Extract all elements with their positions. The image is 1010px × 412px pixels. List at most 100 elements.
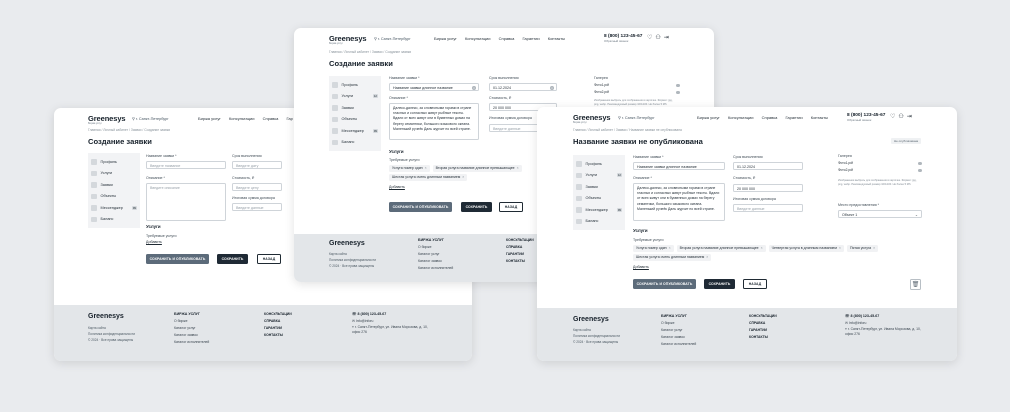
footer-about-link[interactable]: О бирже bbox=[174, 318, 209, 325]
save-publish-button[interactable]: СОХРАНИТЬ И ОПУБЛИКОВАТЬ bbox=[633, 279, 696, 289]
add-service-link[interactable]: Добавить bbox=[146, 240, 162, 244]
conditions-input[interactable]: Введите данные bbox=[232, 203, 282, 211]
sidebar-item-requests[interactable]: Заявки bbox=[332, 102, 378, 114]
footer-consult-link[interactable]: КОНСУЛЬТАЦИИ bbox=[506, 237, 534, 244]
footer-guarantee-link[interactable]: ГАРАНТИИ bbox=[506, 251, 534, 258]
sidebar-item-messenger[interactable]: Мессенджер 99 bbox=[91, 202, 137, 214]
nav-help[interactable]: Справка bbox=[263, 116, 279, 121]
footer-logo[interactable]: Greenesys bbox=[329, 240, 365, 247]
sidebar-item-requests[interactable]: Заявки bbox=[91, 179, 137, 191]
sidebar-item-balance[interactable]: Баланс bbox=[91, 214, 137, 226]
name-input[interactable]: Название заявки длинное название bbox=[633, 162, 725, 170]
sidebar-item-requests[interactable]: Заявки bbox=[576, 181, 622, 193]
remove-file-icon[interactable] bbox=[676, 83, 680, 88]
footer-services-link[interactable]: Каталог услуг bbox=[174, 325, 209, 332]
footer-guarantee-link[interactable]: ГАРАНТИИ bbox=[264, 325, 292, 332]
deadline-input[interactable]: Введите дату bbox=[232, 161, 282, 169]
header-phone[interactable]: 8 (800) 123-45-67 Обратный звонок bbox=[604, 34, 642, 43]
sidebar-item-objects[interactable]: Объекты bbox=[91, 191, 137, 203]
nav-help[interactable]: Справка bbox=[499, 36, 515, 41]
description-textarea[interactable]: Введите описание bbox=[146, 183, 226, 221]
footer-services-link[interactable]: Каталог услуг bbox=[661, 327, 696, 334]
sidebar-item-messenger[interactable]: Мессенджер 99 bbox=[332, 125, 378, 137]
footer-consult-link[interactable]: КОНСУЛЬТАЦИИ bbox=[749, 313, 777, 320]
add-service-link[interactable]: Добавить bbox=[389, 185, 405, 189]
heart-icon[interactable]: ♡ bbox=[890, 114, 895, 120]
gallery-file-2[interactable]: Фото2.pdf bbox=[594, 89, 680, 96]
footer-requests-link[interactable]: Каталог заявок bbox=[418, 258, 453, 265]
nav-consult[interactable]: Консультации bbox=[465, 36, 491, 41]
clear-icon[interactable]: × bbox=[472, 85, 476, 90]
service-chip[interactable]: Услуга номер один × bbox=[633, 245, 674, 252]
logo[interactable]: Greenesys Биржа услуг bbox=[88, 114, 126, 125]
footer-phone[interactable]: ☏ 8 (800) 123-45-67 bbox=[845, 313, 923, 320]
nav-consult[interactable]: Консультации bbox=[728, 115, 754, 120]
sidebar-item-balance[interactable]: Баланс bbox=[576, 216, 622, 228]
add-service-link[interactable]: Добавить bbox=[633, 265, 649, 269]
city-selector[interactable]: ⚲ г. Санкт-Петербург bbox=[618, 115, 655, 120]
footer-phone[interactable]: ☏ 8 (800) 123-45-67 bbox=[352, 311, 432, 318]
nav-help[interactable]: Справка bbox=[762, 115, 778, 120]
footer-executors-link[interactable]: Каталог исполнителей bbox=[174, 339, 209, 346]
sidebar-item-objects[interactable]: Объекты bbox=[576, 193, 622, 205]
deadline-input[interactable]: 01.12.2024 bbox=[733, 162, 803, 170]
cost-input[interactable]: 20 000 000 bbox=[733, 184, 803, 192]
sidebar-item-services[interactable]: Услуги 12 bbox=[332, 91, 378, 103]
sidebar-item-balance[interactable]: Баланс bbox=[332, 137, 378, 149]
conditions-input[interactable]: Введите данные bbox=[733, 204, 803, 212]
back-button[interactable]: НАЗАД bbox=[257, 254, 281, 264]
header-phone[interactable]: 8 (800) 123-45-67 Обратный звонок bbox=[847, 113, 885, 122]
breadcrumb[interactable]: Главная / Личный кабинет / Заявки / Созд… bbox=[88, 128, 170, 132]
name-input[interactable]: Введите название bbox=[146, 161, 226, 169]
footer-help-link[interactable]: СПРАВКА bbox=[264, 318, 292, 325]
back-button[interactable]: НАЗАД bbox=[499, 202, 523, 212]
save-button[interactable]: СОХРАНИТЬ bbox=[217, 254, 248, 264]
nav-exchange[interactable]: Биржа услуг bbox=[434, 36, 457, 41]
heart-icon[interactable]: ♡ bbox=[647, 35, 652, 41]
user-icon[interactable]: ⚇ bbox=[898, 114, 903, 120]
footer-consult-link[interactable]: КОНСУЛЬТАЦИИ bbox=[264, 311, 292, 318]
footer-about-link[interactable]: О бирже bbox=[661, 320, 696, 327]
delete-icon[interactable]: 🗑 bbox=[910, 279, 921, 290]
back-button[interactable]: НАЗАД bbox=[743, 279, 767, 289]
footer-contacts-link[interactable]: КОНТАКТЫ bbox=[506, 258, 534, 265]
service-chip[interactable]: Вторая услуга название длинное превышающ… bbox=[676, 245, 766, 252]
save-button[interactable]: СОХРАНИТЬ bbox=[461, 202, 492, 212]
nav-consult[interactable]: Консультации bbox=[229, 116, 255, 121]
sidebar-item-messenger[interactable]: Мессенджер 99 bbox=[576, 204, 622, 216]
footer-help-link[interactable]: СПРАВКА bbox=[749, 320, 777, 327]
breadcrumb[interactable]: Главная / Личный кабинет / Заявки / Назв… bbox=[573, 128, 682, 132]
service-chip[interactable]: Четвертая услуга в длинным названием × bbox=[768, 245, 844, 252]
gallery-file-2[interactable]: Фото2.pdf bbox=[838, 167, 922, 174]
footer-requests-link[interactable]: Каталог заявок bbox=[661, 334, 696, 341]
description-textarea[interactable]: Далеко-далеко, за словесными горами в ст… bbox=[633, 183, 725, 221]
service-chip[interactable]: Пятая услуга × bbox=[846, 245, 879, 252]
remove-file-icon[interactable] bbox=[918, 168, 922, 173]
nav-guarantee[interactable]: Гарантии bbox=[522, 36, 539, 41]
place-select[interactable]: Объект 1 ⌄ bbox=[838, 210, 922, 218]
nav-contacts[interactable]: Контакты bbox=[811, 115, 828, 120]
sidebar-item-profile[interactable]: Профиль bbox=[332, 79, 378, 91]
footer-executors-link[interactable]: Каталог исполнителей bbox=[418, 265, 453, 272]
footer-help-link[interactable]: СПРАВКА bbox=[506, 244, 534, 251]
footer-services-link[interactable]: Каталог услуг bbox=[418, 251, 453, 258]
gallery-file-1[interactable]: Фото1.pdf bbox=[838, 160, 922, 167]
city-selector[interactable]: ⚲ г. Санкт-Петербург bbox=[374, 36, 411, 41]
logo[interactable]: Greenesys Биржа услуг bbox=[573, 113, 611, 124]
logout-icon[interactable]: ⇥ bbox=[907, 114, 912, 120]
nav-guarantee[interactable]: Гарантии bbox=[785, 115, 802, 120]
description-textarea[interactable]: Далеко-далеко, за словесными горами в ст… bbox=[389, 103, 479, 140]
footer-guarantee-link[interactable]: ГАРАНТИИ bbox=[749, 327, 777, 334]
logout-icon[interactable]: ⇥ bbox=[664, 35, 669, 41]
save-publish-button[interactable]: СОХРАНИТЬ И ОПУБЛИКОВАТЬ bbox=[146, 254, 209, 264]
calendar-clear-icon[interactable]: × bbox=[550, 85, 554, 90]
sidebar-item-profile[interactable]: Профиль bbox=[576, 158, 622, 170]
footer-logo[interactable]: Greenesys bbox=[88, 313, 124, 320]
nav-exchange[interactable]: Биржа услуг bbox=[697, 115, 720, 120]
footer-email[interactable]: ✉ Info@inforu bbox=[352, 318, 432, 325]
remove-file-icon[interactable] bbox=[918, 161, 922, 166]
sidebar-item-objects[interactable]: Объекты bbox=[332, 114, 378, 126]
service-chip[interactable]: Шестая услуга очень длинным названием × bbox=[633, 254, 712, 261]
service-chip[interactable]: Вторая услуга название длинное превышающ… bbox=[432, 165, 522, 172]
footer-logo[interactable]: Greenesys bbox=[573, 316, 609, 323]
